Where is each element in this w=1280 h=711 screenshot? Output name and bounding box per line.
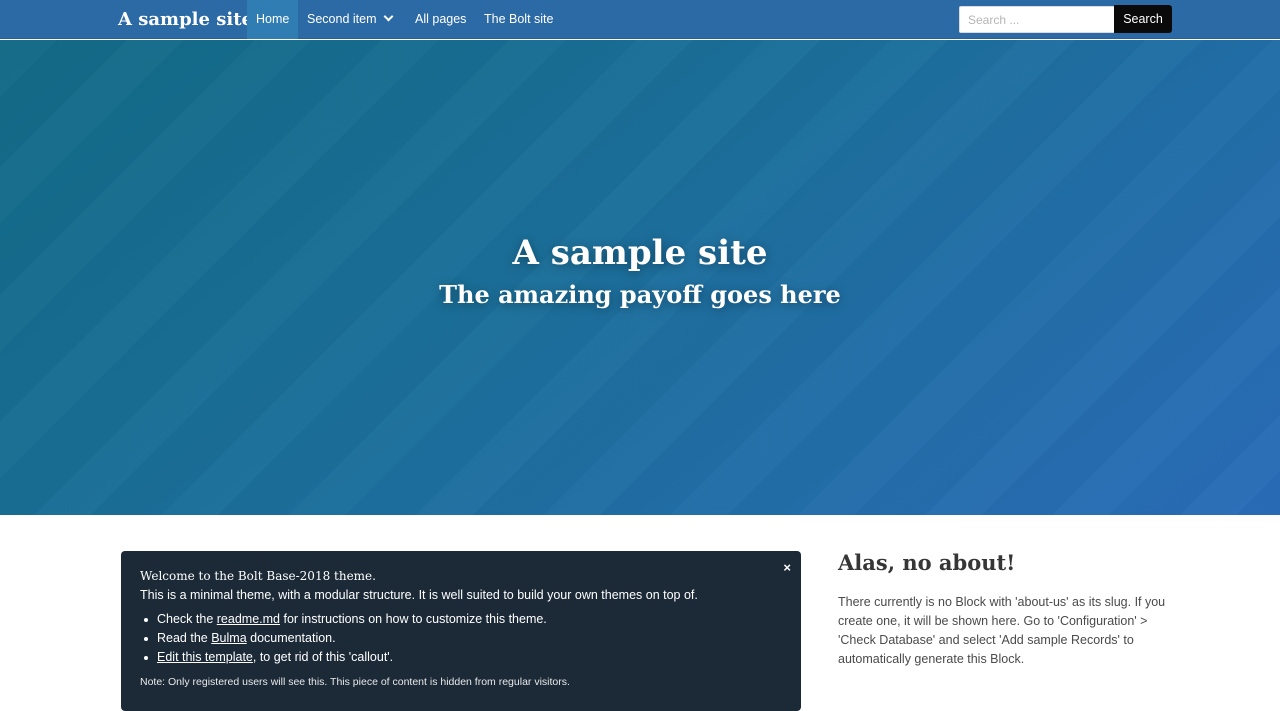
site-brand-link[interactable]: A sample site <box>118 0 253 39</box>
list-item-prefix: Check the <box>157 612 217 626</box>
welcome-callout: × Welcome to the Bolt Base-2018 theme. T… <box>121 551 801 711</box>
callout-text: This is a minimal theme, with a modular … <box>140 588 698 602</box>
callout-list: Check the readme.md for instructions on … <box>140 610 782 667</box>
search-input[interactable] <box>959 6 1115 33</box>
list-item-suffix: for instructions on how to customize thi… <box>280 612 547 626</box>
about-sidebar: Alas, no about! There currently is no Bl… <box>838 548 1168 669</box>
callout-heading: Welcome to the Bolt Base-2018 theme. <box>140 569 376 583</box>
readme-link[interactable]: readme.md <box>217 612 280 626</box>
nav-item-all-pages[interactable]: All pages <box>406 0 475 39</box>
bulma-link[interactable]: Bulma <box>211 631 246 645</box>
navbar: A sample site Home Second item All pages… <box>0 0 1280 39</box>
nav-item-home[interactable]: Home <box>247 0 299 39</box>
close-icon[interactable]: × <box>783 560 791 575</box>
hero-subtitle: The amazing payoff goes here <box>439 280 841 309</box>
sidebar-text: There currently is no Block with 'about-… <box>838 595 1166 666</box>
list-item-prefix: Read the <box>157 631 212 645</box>
navbar-container: A sample site Home Second item All pages… <box>108 0 1172 39</box>
edit-template-link[interactable]: Edit this template <box>157 650 253 664</box>
callout-note: Note: Only registered users will see thi… <box>140 676 570 688</box>
list-item-suffix: documentation. <box>246 631 336 645</box>
list-item-suffix: , to get rid of this 'callout'. <box>252 650 394 664</box>
nav-item-bolt-site[interactable]: The Bolt site <box>475 0 562 39</box>
list-item: Check the readme.md for instructions on … <box>140 610 782 629</box>
nav-item-second-item[interactable]: Second item <box>298 0 401 39</box>
search-button[interactable]: Search <box>1114 5 1172 33</box>
hero-title: A sample site <box>512 233 768 273</box>
hero-banner: A sample site The amazing payoff goes he… <box>0 40 1280 515</box>
sidebar-title: Alas, no about! <box>838 550 1016 575</box>
list-item: Read the Bulma documentation. <box>140 629 782 648</box>
list-item: Edit this template, to get rid of this '… <box>140 648 782 667</box>
chevron-down-icon <box>384 11 394 22</box>
nav-item-label: Second item <box>307 12 377 26</box>
